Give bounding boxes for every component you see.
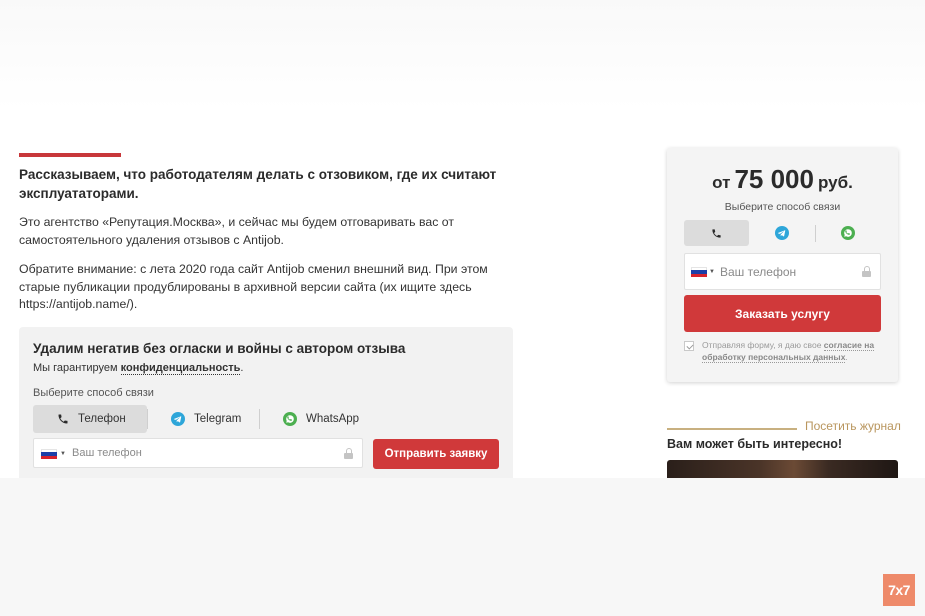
consent-prefix: Отправляя форму, я даю свое xyxy=(702,340,824,350)
consent-suffix: . xyxy=(845,351,848,362)
whatsapp-icon xyxy=(840,226,855,240)
phone-icon xyxy=(57,413,69,425)
price-from: от xyxy=(712,173,731,192)
accent-bar xyxy=(19,153,121,157)
price-currency: руб. xyxy=(817,173,853,192)
lock-icon xyxy=(344,448,353,459)
tab-whatsapp-label: WhatsApp xyxy=(306,413,360,425)
contact-method-tabs xyxy=(684,220,881,246)
badge-7x7[interactable]: 7x7 xyxy=(883,574,915,606)
price-amount: 75 000 xyxy=(734,164,814,194)
whatsapp-icon xyxy=(283,412,297,426)
journal-divider xyxy=(667,428,797,430)
phone-placeholder: Ваш телефон xyxy=(72,447,142,459)
confidentiality-link[interactable]: конфиденциальность xyxy=(120,362,241,375)
russia-flag-icon[interactable] xyxy=(691,267,707,277)
guarantee-text: Мы гарантируем xyxy=(33,362,121,374)
tab-telegram[interactable]: Telegram xyxy=(147,405,259,433)
contact-method-tabs: Телефон Telegram WhatsApp xyxy=(33,405,373,433)
tab-phone-label: Телефон xyxy=(78,413,126,425)
price-card: от 75 000 руб. Выберите способ связи ▼ Ваш… xyxy=(667,148,898,382)
article-paragraph: Обратите внимание: с лета 2020 года сайт… xyxy=(19,262,488,311)
contact-method-label: Выберите способ связи xyxy=(33,387,154,399)
tab-phone[interactable]: Телефон xyxy=(33,405,147,433)
contact-method-label: Выберите способ связи xyxy=(724,201,841,213)
phone-input[interactable]: ▼ Ваш телефон xyxy=(684,253,881,290)
country-dropdown-caret-icon[interactable]: ▼ xyxy=(60,451,66,457)
tab-telegram-label: Telegram xyxy=(194,413,242,425)
guarantee-suffix: . xyxy=(240,362,244,374)
visit-journal-link[interactable]: Посетить журнал xyxy=(805,419,901,433)
phone-placeholder: Ваш телефон xyxy=(720,265,797,279)
price: от 75 000 руб. xyxy=(667,164,898,195)
related-heading: Вам может быть интересно! xyxy=(667,437,843,451)
article-lead: Рассказываем, что работодателям делать с… xyxy=(19,167,497,201)
consent-text: Отправляя форму, я даю свое согласие на … xyxy=(702,340,884,363)
telegram-icon xyxy=(171,412,185,426)
telegram-icon xyxy=(774,226,789,240)
country-dropdown-caret-icon[interactable]: ▼ xyxy=(709,269,715,275)
phone-input[interactable]: ▼ Ваш телефон xyxy=(33,438,363,468)
order-service-button[interactable]: Заказать услугу xyxy=(684,295,881,332)
request-form: Удалим негатив без огласки и войны с авт… xyxy=(19,327,513,478)
related-article-image[interactable] xyxy=(667,460,898,478)
lock-icon xyxy=(862,266,871,277)
russia-flag-icon[interactable] xyxy=(41,449,57,459)
tab-telegram[interactable] xyxy=(749,220,814,246)
submit-request-button[interactable]: Отправить заявку xyxy=(373,439,499,469)
article-paragraph: Это агентство «Репутация.Москва», и сейч… xyxy=(19,215,454,247)
tab-phone[interactable] xyxy=(684,220,749,246)
tab-whatsapp[interactable] xyxy=(815,220,880,246)
form-title: Удалим негатив без огласки и войны с авт… xyxy=(33,341,406,356)
form-guarantee: Мы гарантируем конфиденциальность. xyxy=(33,362,244,375)
phone-icon xyxy=(711,228,722,239)
consent-checkbox[interactable] xyxy=(684,341,694,351)
tab-whatsapp[interactable]: WhatsApp xyxy=(259,405,373,433)
